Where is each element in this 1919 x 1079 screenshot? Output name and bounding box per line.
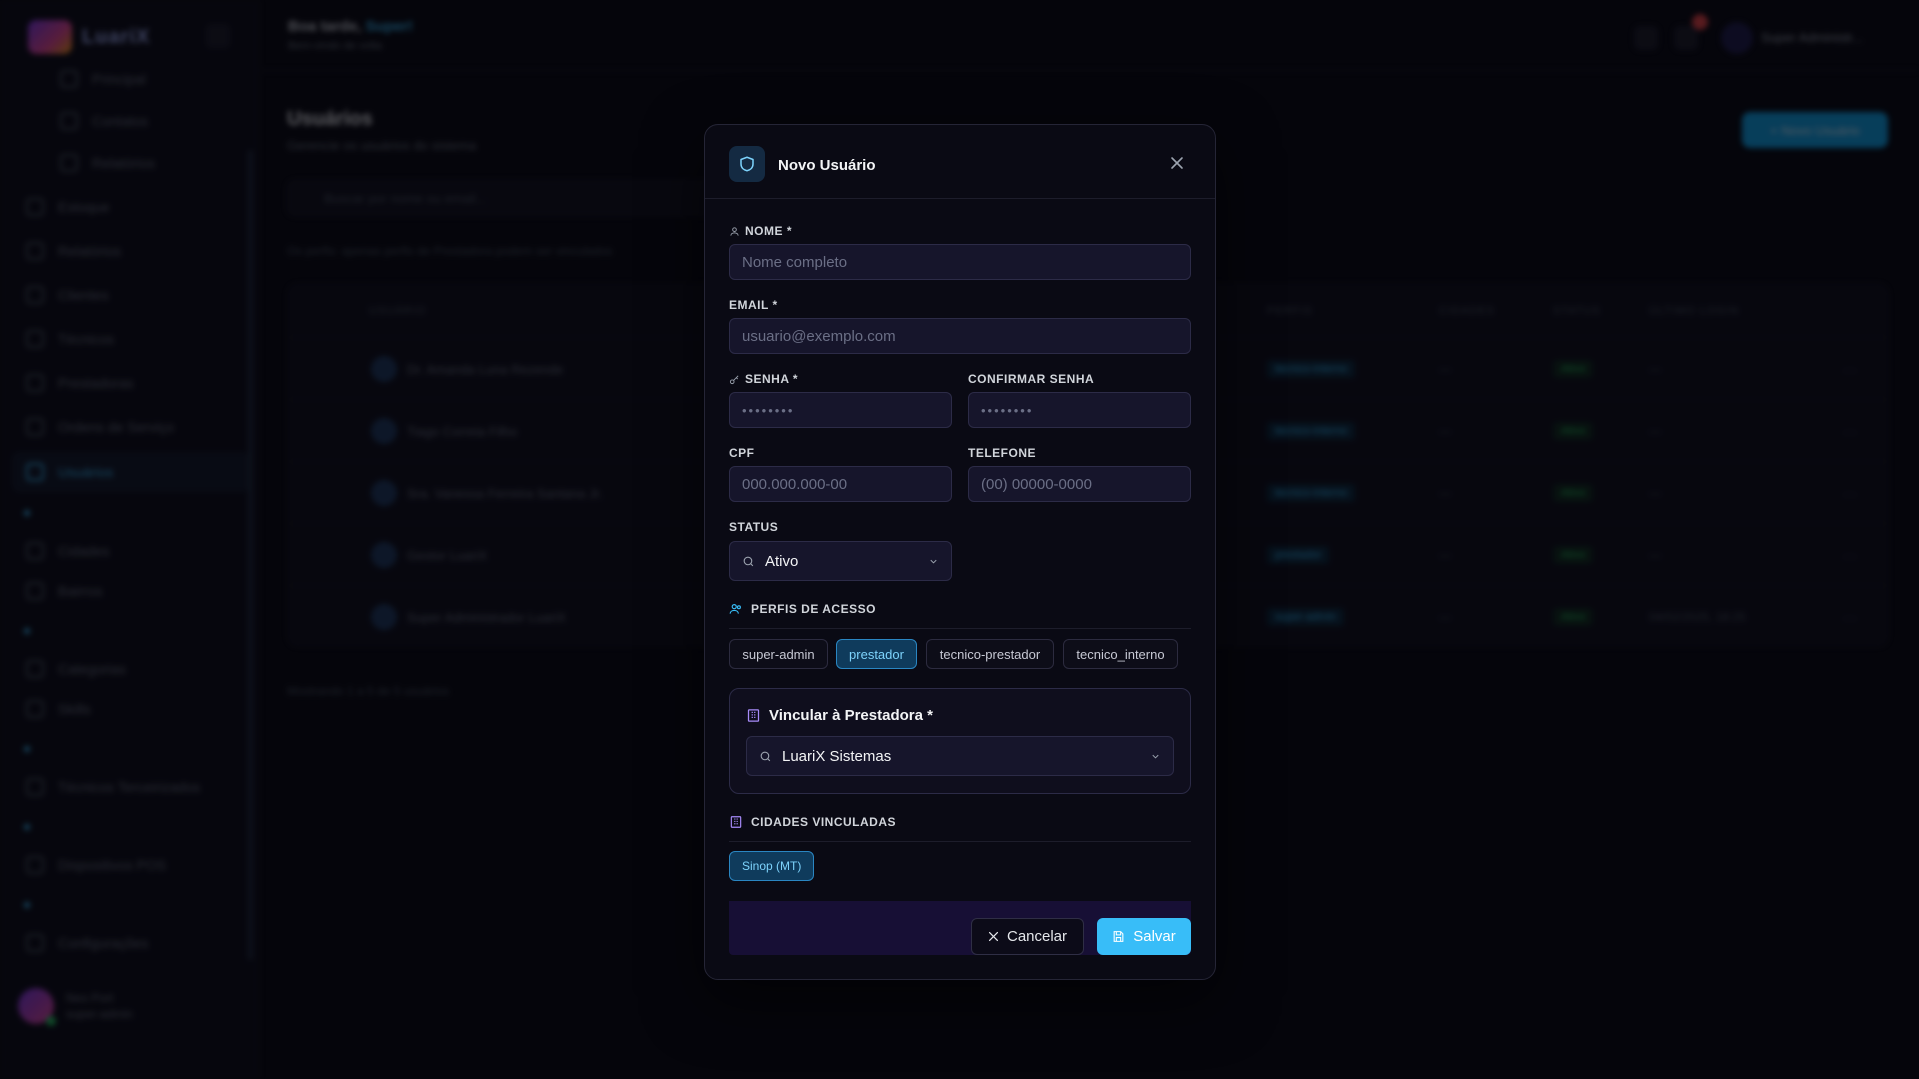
chevron-down-icon	[1152, 754, 1159, 759]
cpf-label-text: CPF	[729, 446, 755, 460]
save-label: Salvar	[1133, 928, 1176, 945]
prestadora-select[interactable]: LuariX Sistemas	[746, 736, 1174, 776]
vincular-label: Vincular à Prestadora *	[769, 707, 933, 724]
confirmar-label-text: CONFIRMAR SENHA	[968, 372, 1095, 386]
profile-chip-super-admin[interactable]: super-admin	[729, 639, 828, 669]
vincular-prestadora-title: Vincular à Prestadora *	[746, 707, 933, 724]
nome-label: NOME *	[729, 224, 792, 238]
key-icon	[729, 375, 739, 384]
close-icon[interactable]	[1167, 153, 1187, 173]
perfis-label: PERFIS DE ACESSO	[751, 602, 876, 616]
search-icon	[743, 556, 754, 566]
cpf-input[interactable]	[729, 466, 952, 502]
confirmar-senha-label: CONFIRMAR SENHA	[968, 372, 1094, 386]
vincular-prestadora-box: Vincular à Prestadora * LuariX Sistemas	[729, 688, 1191, 794]
profile-chip-tecnico-prestador[interactable]: tecnico-prestador	[926, 639, 1054, 669]
building-icon	[730, 816, 742, 828]
profile-chip-prestador[interactable]: prestador	[836, 639, 917, 669]
prestadora-value: LuariX Sistemas	[782, 747, 892, 765]
shield-icon	[729, 146, 765, 182]
email-input[interactable]	[729, 318, 1191, 354]
status-label-text: STATUS	[729, 520, 779, 534]
new-user-modal: Novo Usuário NOME * EMAIL * SENHA * CONF…	[704, 124, 1216, 980]
senha-label: SENHA *	[729, 372, 798, 386]
profile-chip-tecnico-interno[interactable]: tecnico_interno	[1063, 639, 1178, 669]
building-icon	[747, 709, 760, 722]
email-label-text: EMAIL *	[729, 298, 778, 312]
senha-input[interactable]	[729, 392, 952, 428]
save-button[interactable]: Salvar	[1097, 918, 1191, 955]
senha-label-text: SENHA *	[745, 372, 799, 386]
telefone-label-text: TELEFONE	[968, 446, 1037, 460]
close-icon	[988, 931, 999, 942]
users-icon	[729, 604, 741, 614]
cancel-label: Cancelar	[1006, 928, 1068, 945]
modal-header: Novo Usuário	[705, 125, 1215, 199]
cidades-label: CIDADES VINCULADAS	[751, 815, 897, 829]
status-label: STATUS	[729, 520, 778, 534]
cpf-label: CPF	[729, 446, 755, 460]
modal-title: Novo Usuário	[778, 157, 876, 174]
chevron-down-icon	[930, 559, 937, 564]
confirmar-senha-input[interactable]	[968, 392, 1191, 428]
nome-label-text: NOME *	[745, 224, 793, 238]
save-icon	[1113, 931, 1124, 942]
cancel-button[interactable]: Cancelar	[971, 918, 1084, 955]
status-value: Ativo	[765, 552, 799, 570]
user-icon	[730, 226, 739, 236]
city-chip-sinop[interactable]: Sinop (MT)	[729, 851, 815, 881]
perfis-section-header: PERFIS DE ACESSO	[729, 602, 1191, 629]
nome-input[interactable]	[729, 244, 1191, 280]
status-select[interactable]: Ativo	[729, 541, 952, 581]
telefone-label: TELEFONE	[968, 446, 1036, 460]
search-icon	[760, 751, 771, 761]
cidades-section-header: CIDADES VINCULADAS	[729, 815, 1191, 842]
email-label: EMAIL *	[729, 298, 778, 312]
telefone-input[interactable]	[968, 466, 1191, 502]
